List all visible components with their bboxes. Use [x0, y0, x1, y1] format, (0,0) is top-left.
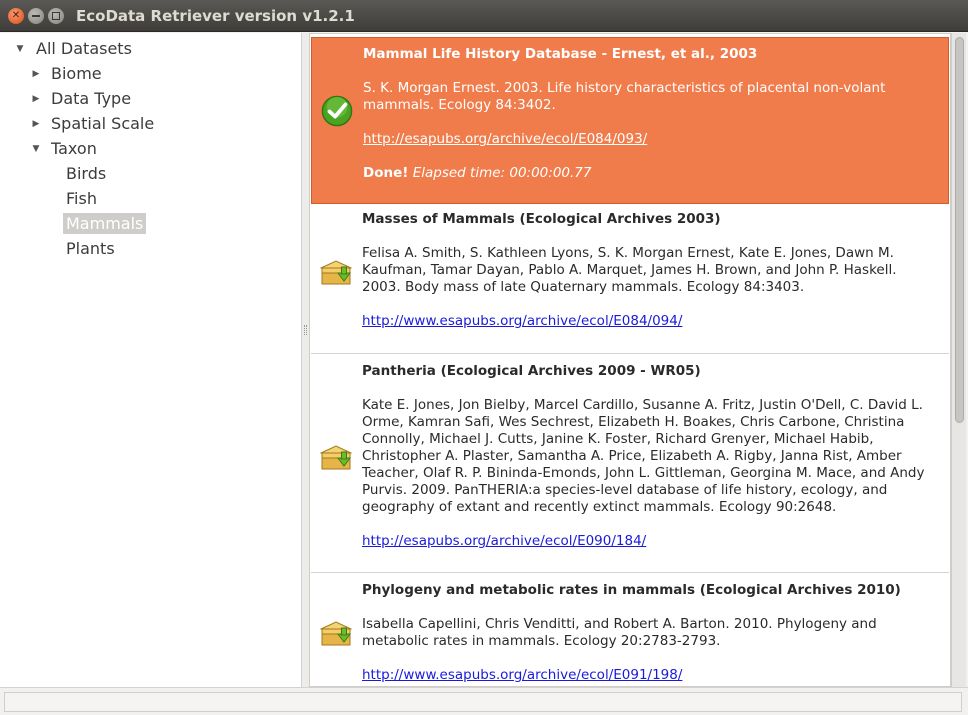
tree-item-mammals[interactable]: Mammals: [63, 211, 147, 236]
tree-item-fish[interactable]: Fish: [63, 186, 100, 211]
dataset-list: Mammal Life History Database - Ernest, e…: [309, 33, 951, 687]
expanded-triangle-icon[interactable]: ▼: [12, 44, 28, 54]
tree-item-data-type[interactable]: ▶ Data Type: [28, 86, 134, 111]
tree-item-label: All Datasets: [36, 39, 132, 58]
collapsed-triangle-icon[interactable]: ▶: [28, 94, 44, 104]
download-box-icon[interactable]: [319, 441, 353, 473]
collapsed-triangle-icon[interactable]: ▶: [28, 119, 44, 129]
maximize-icon[interactable]: [48, 8, 64, 24]
tree-item-label: Biome: [51, 64, 102, 83]
dataset-citation: Kate E. Jones, Jon Bielby, Marcel Cardil…: [362, 397, 925, 515]
tree-item-spatial-scale[interactable]: ▶ Spatial Scale: [28, 111, 157, 136]
tree-item-label: Fish: [66, 189, 97, 208]
dataset-title: Mammal Life History Database - Ernest, e…: [363, 46, 758, 62]
title-bar: ✕ EcoData Retriever version v1.2.1: [0, 0, 968, 32]
dataset-link[interactable]: http://esapubs.org/archive/ecol/E090/184…: [362, 533, 646, 549]
pane-splitter[interactable]: [302, 33, 309, 687]
tree-item-label: Mammals: [63, 213, 147, 234]
vertical-scrollbar[interactable]: [951, 33, 966, 687]
tree-item-taxon[interactable]: ▼ Taxon: [28, 136, 100, 161]
tree-item-label: Spatial Scale: [51, 114, 155, 133]
tree-item-biome[interactable]: ▶ Biome: [28, 61, 105, 86]
dataset-entry[interactable]: Phylogeny and metabolic rates in mammals…: [311, 573, 949, 686]
tree-item-label: Taxon: [51, 139, 97, 158]
close-icon[interactable]: ✕: [8, 8, 24, 24]
window-title: EcoData Retriever version v1.2.1: [76, 7, 355, 25]
dataset-title: Phylogeny and metabolic rates in mammals…: [362, 582, 901, 598]
download-box-icon[interactable]: [319, 617, 353, 649]
dataset-citation: S. K. Morgan Ernest. 2003. Life history …: [363, 80, 886, 113]
tree-item-label: Plants: [66, 239, 115, 258]
expanded-triangle-icon[interactable]: ▼: [28, 144, 44, 154]
download-status: Done! Elapsed time: 00:00:00.77: [363, 165, 938, 182]
minimize-icon[interactable]: [28, 8, 44, 24]
status-field: [4, 692, 962, 712]
tree-item-birds[interactable]: Birds: [63, 161, 109, 186]
dataset-entry[interactable]: Mammal Life History Database - Ernest, e…: [311, 37, 949, 204]
dataset-entry[interactable]: Masses of Mammals (Ecological Archives 2…: [311, 204, 949, 354]
dataset-link[interactable]: http://esapubs.org/archive/ecol/E084/093…: [363, 131, 647, 147]
dataset-link[interactable]: http://www.esapubs.org/archive/ecol/E091…: [362, 667, 682, 683]
dataset-title: Masses of Mammals (Ecological Archives 2…: [362, 211, 721, 227]
dataset-citation: Felisa A. Smith, S. Kathleen Lyons, S. K…: [362, 245, 897, 295]
elapsed-time: Elapsed time: 00:00:00.77: [412, 165, 592, 181]
splitter-grip[interactable]: [304, 325, 307, 335]
checkmark-icon: [321, 95, 353, 127]
tree-item-label: Data Type: [51, 89, 132, 108]
tree-item-all-datasets[interactable]: ▼ All Datasets: [12, 36, 135, 61]
scrollbar-thumb[interactable]: [955, 37, 964, 423]
dataset-citation: Isabella Capellini, Chris Venditti, and …: [362, 616, 877, 649]
status-label: Done!: [363, 165, 409, 181]
status-bar: [0, 687, 968, 715]
collapsed-triangle-icon[interactable]: ▶: [28, 69, 44, 79]
dataset-link[interactable]: http://www.esapubs.org/archive/ecol/E084…: [362, 313, 682, 329]
tree-item-label: Birds: [66, 164, 107, 183]
tree-item-plants[interactable]: Plants: [63, 236, 118, 261]
dataset-title: Pantheria (Ecological Archives 2009 - WR…: [362, 363, 701, 379]
dataset-entry[interactable]: Pantheria (Ecological Archives 2009 - WR…: [311, 354, 949, 573]
download-box-icon[interactable]: [319, 256, 353, 288]
dataset-tree: ▼ All Datasets ▶ Biome ▶ Data Type ▶ Spa…: [0, 33, 302, 687]
